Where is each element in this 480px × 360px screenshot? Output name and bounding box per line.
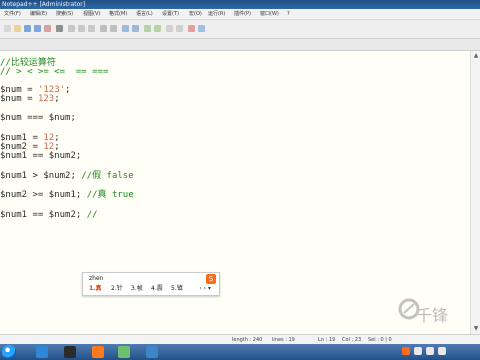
code-line[interactable]: $num1 == $num2; // (0, 211, 98, 220)
title-bar: Notepad++ [Administrator] (0, 0, 480, 9)
menu-plugins[interactable]: 插件(P) (234, 9, 251, 19)
ime-pinyin: zhen (89, 275, 104, 282)
code-line[interactable]: $num1 == $num2; (0, 152, 81, 161)
menu-language[interactable]: 语言(L) (136, 9, 153, 19)
code-token: //假 false (81, 171, 134, 181)
wrap-icon[interactable] (166, 25, 173, 32)
taskbar (0, 344, 480, 360)
find-icon[interactable] (122, 25, 129, 32)
notepadpp-icon[interactable] (118, 346, 130, 358)
vertical-scrollbar[interactable]: ▲ ▼ (470, 51, 480, 334)
code-token: ; (65, 85, 71, 95)
code-token: //真 true (86, 190, 134, 200)
menu-edit[interactable]: 编辑(E) (30, 9, 47, 19)
code-token: $num = (0, 94, 38, 104)
zoom-out-icon[interactable] (154, 25, 161, 32)
menu-format[interactable]: 格式(M) (109, 9, 127, 19)
new-icon[interactable] (4, 25, 11, 32)
menu-bar: 文件(F) 编辑(E) 搜索(S) 视图(V) 格式(M) 语言(L) 设置(T… (0, 9, 480, 20)
menu-help[interactable]: ? (287, 9, 290, 19)
code-line[interactable]: // > < >= <= == === (0, 68, 108, 77)
watermark-text: 千锋 (416, 306, 449, 325)
play-macro-icon[interactable] (198, 25, 205, 32)
code-editor[interactable]: //比较运算符// > < >= <= == === $num = '123'; $… (0, 51, 470, 334)
ime-candidate[interactable]: 4.震 (151, 285, 163, 293)
ime-pager[interactable]: ‹ › ▾ (199, 285, 211, 293)
paste-icon[interactable] (88, 25, 95, 32)
ime-candidate[interactable]: 2.针 (111, 285, 123, 293)
code-token: $num1 == $num2; (0, 210, 87, 220)
tray-icon[interactable] (426, 347, 434, 355)
indent-guide-icon[interactable] (176, 25, 183, 32)
save-all-icon[interactable] (34, 25, 41, 32)
tray-icon[interactable] (414, 347, 422, 355)
ime-candidate-window: zhen S 1.真 2.针 3.帧 4.震 5.镇 ‹ › ▾ (82, 272, 220, 296)
window-title: Notepad++ [Administrator] (2, 1, 86, 8)
sogou-tray-icon[interactable] (402, 347, 410, 355)
print-icon[interactable] (56, 25, 63, 32)
menu-search[interactable]: 搜索(S) (56, 9, 73, 19)
code-token: $num1 > $num2; (0, 171, 82, 181)
code-token: ; (54, 94, 60, 104)
code-line[interactable]: $num = 123; (0, 95, 60, 104)
copy-icon[interactable] (78, 25, 85, 32)
terminal-icon[interactable] (64, 346, 76, 358)
menu-run[interactable]: 运行(R) (208, 9, 225, 19)
start-button[interactable] (2, 345, 16, 359)
redo-icon[interactable] (110, 25, 117, 32)
code-token: 123 (37, 94, 55, 104)
undo-icon[interactable] (100, 25, 107, 32)
code-token: $num2 >= $num1; (0, 190, 87, 200)
close-icon[interactable] (44, 25, 51, 32)
ie-icon[interactable] (36, 346, 48, 358)
code-line[interactable]: $num2 >= $num1; //真 true (0, 191, 134, 200)
code-token: $num === $num; (0, 113, 76, 123)
tab-bar (0, 39, 480, 51)
menu-view[interactable]: 视图(V) (83, 9, 100, 19)
ime-candidate[interactable]: 1.真 (89, 285, 101, 293)
sogou-logo-icon: S (206, 274, 216, 284)
open-icon[interactable] (14, 25, 21, 32)
app-icon[interactable] (146, 346, 158, 358)
save-icon[interactable] (24, 25, 31, 32)
code-line[interactable]: $num1 > $num2; //假 false (0, 172, 134, 181)
replace-icon[interactable] (132, 25, 139, 32)
menu-macro[interactable]: 宏(O) (189, 9, 202, 19)
menu-settings[interactable]: 设置(T) (162, 9, 179, 19)
zoom-in-icon[interactable] (144, 25, 151, 32)
code-line[interactable]: $num === $num; (0, 114, 76, 123)
ime-candidate[interactable]: 3.帧 (131, 285, 143, 293)
code-token: // > < >= <= == === (0, 67, 109, 77)
watermark-logo: 千锋 (398, 298, 478, 332)
code-token: // (86, 210, 98, 220)
menu-file[interactable]: 文件(F) (4, 9, 21, 19)
tray-icon[interactable] (438, 347, 446, 355)
ime-candidate[interactable]: 5.镇 (171, 285, 183, 293)
toolbar (0, 20, 480, 39)
scroll-up-icon[interactable]: ▲ (472, 53, 480, 59)
record-macro-icon[interactable] (188, 25, 195, 32)
menu-window[interactable]: 窗口(W) (260, 9, 279, 19)
firefox-icon[interactable] (92, 346, 104, 358)
code-token: $num1 == $num2; (0, 151, 82, 161)
cut-icon[interactable] (68, 25, 75, 32)
